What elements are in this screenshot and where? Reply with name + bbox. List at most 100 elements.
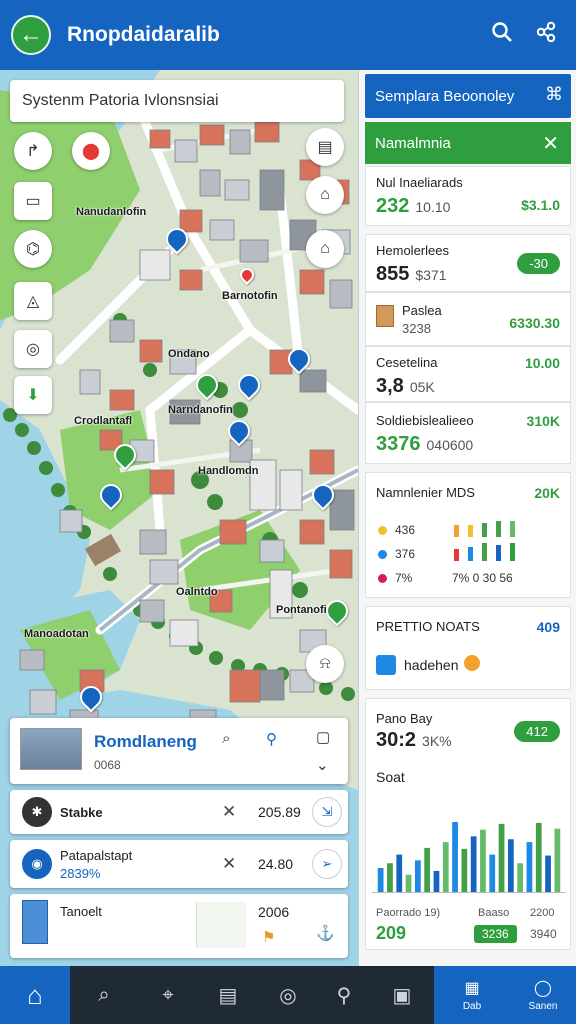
map-view[interactable]: Systenm Patoria Ivlonsnsiai ↱ ⬤ ▭ ⌬ ◬ ◎ … (0, 70, 358, 966)
nav-map[interactable]: ⌖ (144, 966, 192, 1024)
stat-small: 05K (409, 379, 435, 395)
share-icon (535, 21, 557, 49)
alert-tool-button[interactable]: ⍾ (306, 645, 344, 683)
row-value: 205.89 (258, 804, 301, 820)
promo-right: 409 (536, 619, 560, 635)
mini-bar (454, 525, 459, 537)
search-button[interactable] (480, 13, 524, 57)
legend-right: 20K (534, 485, 560, 501)
plan-value: 30:2 (376, 729, 417, 751)
stat-card[interactable]: Soldiebislealieeo 3376 040600 310K (365, 402, 571, 464)
stat-card[interactable]: Nul Inaeliarads 232 10.10 $3.1.0 (365, 166, 571, 226)
stat-card[interactable]: Hemolerlees 855 $371 -30 (365, 234, 571, 292)
legend-title: Namnlenier MDS (376, 485, 475, 500)
marker-tool-button[interactable]: ⬤ (72, 132, 110, 170)
stat-label: Hemolerlees (376, 243, 449, 258)
send-icon[interactable]: ➢ (312, 849, 342, 879)
map-pin-icon: ⌖ (162, 983, 174, 1006)
coin-icon (464, 655, 480, 671)
filter-icon[interactable]: ⚑ (262, 928, 275, 946)
chart-subtitle: Soat (376, 769, 405, 785)
stat-small: 040600 (426, 437, 474, 453)
top-app-bar: ← Rnopdaidaralib (0, 0, 576, 70)
place-card[interactable]: Romdlaneng 0068 ⌕ ⚲ ▢ ⌄ (10, 718, 348, 784)
chart-footer-badge: 3236 (474, 925, 517, 943)
side-panel-subheader: Namalmnia ✕ (365, 122, 571, 164)
share-button[interactable] (524, 13, 568, 57)
nav-home[interactable]: ⌂ (0, 966, 70, 1024)
badge-icon: ✱ (22, 797, 52, 827)
stat-value: 232 (376, 195, 410, 217)
nav-inbox[interactable]: ▣ (378, 966, 426, 1024)
plan-small: 3K% (422, 733, 452, 749)
chart-card[interactable]: Pano Bay 30:2 3K% 412 Soat Paorrado 19) B… (365, 698, 571, 950)
row-name: Patapalstapt (60, 848, 133, 863)
measure-icon: ◬ (26, 293, 40, 310)
row-name: Tanoelt (60, 904, 102, 919)
chart-bar (424, 847, 431, 893)
chart-footer-value: 209 (376, 923, 407, 943)
download-tool-button[interactable]: ⬇ (14, 376, 52, 414)
chevron-down-icon[interactable]: ⌄ (316, 756, 329, 774)
nav-pin[interactable]: ⚲ (320, 966, 368, 1024)
storefront-tool-button[interactable]: ⌂ (306, 176, 344, 214)
location-icon: ◉ (22, 849, 52, 879)
place-title: Romdlaneng (94, 732, 197, 751)
arrow-left-icon: ← (19, 21, 43, 48)
list-icon: ▤ (218, 984, 238, 1007)
legend-card[interactable]: Namnlenier MDS 20K 436 376 7% 7% 0 30 56 (365, 472, 571, 598)
map-label: Manoadotan (24, 628, 89, 640)
chart-footer-left: Paorrado 19) (376, 907, 441, 919)
promo-card[interactable]: PRETTIO NOATS 409 hadehen (365, 606, 571, 690)
search-input[interactable]: Systenm Patoria Ivlonsnsiai (10, 80, 344, 122)
stat-card[interactable]: Paslea 3238 6330.30 (365, 292, 571, 346)
nav-list[interactable]: ▤ (204, 966, 252, 1024)
chart-bar (442, 842, 449, 893)
legend-dot (378, 525, 387, 535)
side-panel-title: Semplara Beoonoley (375, 87, 515, 105)
nav-compass[interactable]: ◎ (264, 966, 312, 1024)
clipboard-tool-button[interactable]: ▤ (306, 128, 344, 166)
nav-profile[interactable]: ◯ Sanen (510, 966, 576, 1024)
satellite-tool-button[interactable]: ⌬ (14, 230, 52, 268)
list-item[interactable]: ✱ Stabke ✕ 205.89 ⇲ (10, 790, 348, 834)
back-button[interactable]: ← (11, 15, 51, 55)
nav-data[interactable]: ▦ Dab (434, 966, 510, 1024)
nav-search[interactable]: ⌕ (80, 966, 128, 1024)
results-list: ✱ Stabke ✕ 205.89 ⇲ ◉ Patapalstapt 2839%… (10, 790, 348, 958)
close-icon[interactable]: ✕ (222, 854, 236, 874)
chart-bar (498, 823, 505, 893)
home-tool-button[interactable]: ⌂ (306, 230, 344, 268)
pin-outline-icon[interactable]: ⚓ (316, 924, 335, 942)
legend-footer: 7% 0 30 56 (452, 571, 513, 585)
layers-icon: ▭ (25, 193, 41, 210)
stat-card[interactable]: Cesetelina 3,8 05K 10.00 (365, 346, 571, 402)
zoom-icon[interactable]: ⌕ (222, 730, 230, 747)
chat-icon: ◯ (534, 980, 552, 997)
pin-icon: ⚲ (336, 984, 352, 1007)
mini-bar (496, 521, 501, 537)
expand-icon[interactable]: ⌘ (545, 84, 563, 105)
list-item[interactable]: ◉ Patapalstapt 2839% ✕ 24.80 ➢ (10, 840, 348, 888)
locate-icon: ◎ (26, 341, 40, 358)
document-icon (376, 305, 394, 327)
chart-bar (545, 855, 551, 893)
route-tool-button[interactable]: ↱ (14, 132, 52, 170)
promo-link[interactable]: hadehen (404, 657, 459, 673)
search-icon: ⌕ (98, 983, 110, 1006)
chart-bar (489, 854, 496, 893)
layers-tool-button[interactable]: ▭ (14, 182, 52, 220)
locate-tool-button[interactable]: ◎ (14, 330, 52, 368)
row-name: Stabke (60, 805, 103, 820)
list-item[interactable]: Tanoelt 2006 ⚑ ⚓ (10, 894, 348, 958)
link-icon[interactable]: ⇲ (312, 797, 342, 827)
home-icon: ⌂ (320, 240, 330, 257)
close-icon[interactable]: ✕ (222, 802, 236, 822)
place-subtitle: 0068 (94, 758, 121, 772)
measure-tool-button[interactable]: ◬ (14, 282, 52, 320)
square-icon[interactable]: ▢ (316, 728, 330, 746)
close-icon[interactable]: ✕ (542, 131, 559, 156)
bottom-navigation: ⌂ ⌕ ⌖ ▤ ◎ ⚲ ▣ ▦ Dab ◯ Sanen (0, 966, 576, 1024)
chart-bar (387, 863, 393, 893)
map-label: Ondano (168, 348, 210, 360)
